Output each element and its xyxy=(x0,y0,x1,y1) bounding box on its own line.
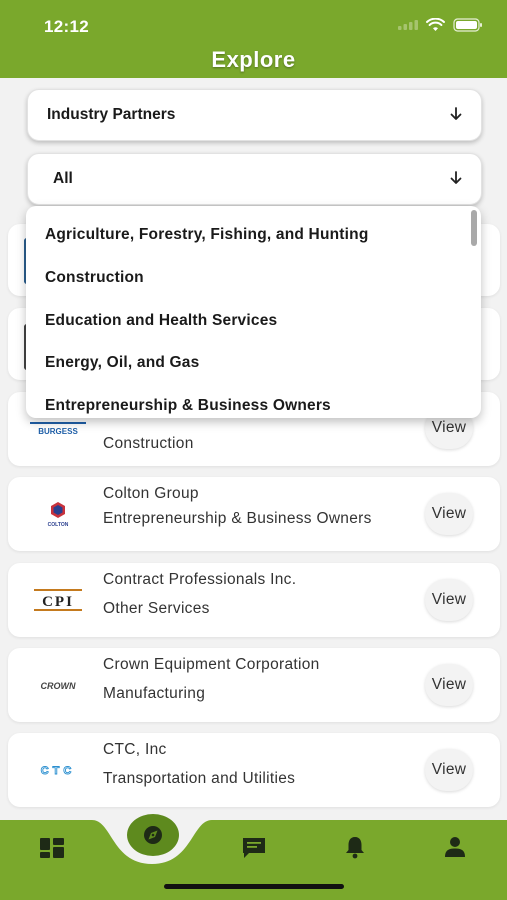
view-button[interactable]: View xyxy=(425,749,473,791)
arrow-down-icon xyxy=(450,171,462,184)
partner-type-select[interactable]: Industry Partners xyxy=(27,89,482,141)
chat-icon xyxy=(243,838,265,858)
tab-messages[interactable] xyxy=(241,836,267,865)
dropdown-option[interactable]: Construction xyxy=(45,269,144,287)
dropdown-scrollbar[interactable] xyxy=(471,210,477,246)
partner-name: Crown Equipment Corporation xyxy=(103,656,320,673)
industry-dropdown-list[interactable]: Agriculture, Forestry, Fishing, and Hunt… xyxy=(26,206,481,418)
status-time: 12:12 xyxy=(44,17,89,36)
industry-category-value: All xyxy=(53,170,73,187)
partner-card[interactable]: COLTON Colton Group Entrepreneurship & B… xyxy=(8,477,500,551)
wifi-icon xyxy=(426,18,445,31)
ctc-logo: CTC xyxy=(40,765,76,778)
colton-logo: COLTON xyxy=(48,502,69,528)
crown-logo: CROWN xyxy=(41,681,76,691)
partner-type-value: Industry Partners xyxy=(47,106,176,123)
status-icons xyxy=(398,18,483,32)
partner-industry: Entrepreneurship & Business Owners xyxy=(103,510,372,527)
dashboard-icon xyxy=(40,838,64,858)
partner-industry: Manufacturing xyxy=(103,685,206,702)
dropdown-option[interactable]: Education and Health Services xyxy=(45,312,277,330)
bell-icon xyxy=(346,837,364,859)
partner-name: CTC, Inc xyxy=(103,741,167,758)
partner-name: Colton Group xyxy=(103,485,199,502)
view-button[interactable]: View xyxy=(425,493,473,535)
partner-industry: Other Services xyxy=(103,600,210,617)
tab-notifications[interactable] xyxy=(344,835,366,864)
arrow-down-icon xyxy=(450,107,462,120)
partner-industry: Transportation and Utilities xyxy=(103,770,296,787)
tab-explore[interactable] xyxy=(126,814,180,863)
profile-icon xyxy=(445,837,465,857)
svg-text:COLTON: COLTON xyxy=(48,522,69,528)
svg-text:CTC: CTC xyxy=(41,765,76,777)
tab-profile[interactable] xyxy=(444,836,466,863)
burgess-logo: BURGESS xyxy=(30,422,86,436)
partner-logo: CTC xyxy=(22,749,94,791)
view-button[interactable]: View xyxy=(425,664,473,706)
cpi-logo: CPI xyxy=(34,589,82,611)
compass-icon xyxy=(127,814,179,856)
battery-icon xyxy=(453,18,482,32)
partner-industry: Construction xyxy=(103,435,194,452)
dropdown-option[interactable]: Entrepreneurship & Business Owners xyxy=(45,397,331,415)
svg-text:CPI: CPI xyxy=(42,594,74,610)
app-header: 12:12 Explore xyxy=(0,0,507,78)
partner-card[interactable]: CTC CTC, Inc Transportation and Utilitie… xyxy=(8,733,500,807)
partner-logo: COLTON xyxy=(22,493,94,535)
tab-dashboard[interactable] xyxy=(39,837,65,864)
partner-card[interactable]: CROWN Crown Equipment Corporation Manufa… xyxy=(8,648,500,722)
dropdown-option[interactable]: Agriculture, Forestry, Fishing, and Hunt… xyxy=(45,226,369,244)
partner-logo: CPI xyxy=(22,579,94,621)
industry-category-select[interactable]: All xyxy=(27,153,482,205)
svg-text:CROWN: CROWN xyxy=(41,681,76,691)
page-title: Explore xyxy=(211,47,296,72)
home-indicator xyxy=(164,884,344,889)
partner-card[interactable]: CPI Contract Professionals Inc. Other Se… xyxy=(8,563,500,637)
signal-icon xyxy=(398,20,418,30)
view-button[interactable]: View xyxy=(425,579,473,621)
partner-name: Contract Professionals Inc. xyxy=(103,571,297,588)
partner-logo: CROWN xyxy=(22,664,94,706)
svg-text:BURGESS: BURGESS xyxy=(38,427,78,436)
dropdown-option[interactable]: Energy, Oil, and Gas xyxy=(45,354,199,372)
